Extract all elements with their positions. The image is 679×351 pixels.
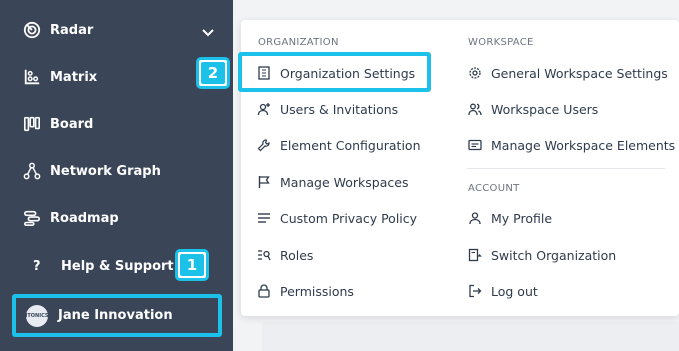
sidebar-item-label: Board bbox=[50, 116, 94, 132]
lines-icon bbox=[256, 210, 272, 226]
user-name: Jane Innovation bbox=[58, 308, 173, 323]
step-badge-2: 2 bbox=[196, 57, 230, 89]
sidebar-item-label: Network Graph bbox=[50, 163, 161, 179]
menu-item-my-profile[interactable]: My Profile bbox=[467, 207, 552, 229]
network-graph-icon bbox=[22, 161, 42, 181]
menu-item-element-configuration[interactable]: Element Configuration bbox=[256, 134, 421, 156]
menu-item-label: Roles bbox=[280, 247, 314, 263]
wrench-icon bbox=[256, 137, 272, 153]
sidebar-item-board[interactable]: Board bbox=[22, 108, 93, 140]
menu-item-label: Workspace Users bbox=[491, 101, 599, 117]
user-menu-button[interactable]: ITONICS Jane Innovation bbox=[12, 294, 222, 337]
menu-item-label: Permissions bbox=[280, 283, 354, 299]
menu-item-users-invitations[interactable]: Users & Invitations bbox=[256, 98, 398, 120]
user-plus-icon bbox=[256, 101, 272, 117]
section-title-organization: ORGANIZATION bbox=[258, 37, 339, 48]
menu-item-label: Log out bbox=[491, 283, 538, 299]
lock-icon bbox=[256, 283, 272, 299]
board-icon bbox=[22, 114, 42, 134]
sidebar-item-help-support[interactable]: ? Help & Support bbox=[33, 259, 174, 274]
menu-item-permissions[interactable]: Permissions bbox=[256, 280, 354, 302]
roadmap-icon bbox=[22, 208, 42, 228]
menu-divider bbox=[467, 168, 665, 169]
sidebar: Radar Matrix Board Network Graph Roadmap… bbox=[0, 0, 233, 351]
menu-item-label: Users & Invitations bbox=[280, 101, 399, 117]
gear-icon bbox=[467, 65, 483, 81]
sidebar-item-radar[interactable]: Radar bbox=[22, 14, 93, 46]
step-badge-1: 1 bbox=[175, 249, 209, 281]
roles-icon bbox=[256, 247, 272, 263]
users-icon bbox=[467, 101, 483, 117]
menu-item-label: Manage Workspace Elements bbox=[491, 137, 676, 153]
section-title-account: ACCOUNT bbox=[468, 183, 520, 194]
matrix-icon bbox=[22, 67, 42, 87]
sidebar-item-network-graph[interactable]: Network Graph bbox=[22, 155, 161, 187]
sidebar-item-label: Matrix bbox=[50, 69, 98, 85]
highlight-organization-settings bbox=[238, 52, 431, 92]
sidebar-item-label: Radar bbox=[50, 22, 94, 38]
help-label: Help & Support bbox=[61, 259, 174, 274]
sidebar-item-matrix[interactable]: Matrix bbox=[22, 61, 97, 93]
menu-item-label: Manage Workspaces bbox=[280, 174, 409, 190]
menu-item-label: My Profile bbox=[491, 210, 553, 226]
background-panel bbox=[262, 322, 679, 351]
chevron-down-icon[interactable] bbox=[199, 23, 217, 41]
menu-item-manage-workspace-elements[interactable]: Manage Workspace Elements bbox=[467, 134, 675, 156]
sidebar-item-roadmap[interactable]: Roadmap bbox=[22, 202, 119, 234]
card-icon bbox=[467, 137, 483, 153]
user-icon bbox=[467, 210, 483, 226]
logout-icon bbox=[467, 283, 483, 299]
menu-item-label: Custom Privacy Policy bbox=[280, 210, 418, 226]
menu-item-label: Element Configuration bbox=[280, 137, 421, 153]
radar-icon bbox=[22, 20, 42, 40]
help-icon: ? bbox=[33, 259, 41, 274]
menu-item-log-out[interactable]: Log out bbox=[467, 280, 538, 302]
menu-item-workspace-users[interactable]: Workspace Users bbox=[467, 98, 598, 120]
menu-item-switch-organization[interactable]: Switch Organization bbox=[467, 244, 616, 266]
section-title-workspace: WORKSPACE bbox=[468, 37, 534, 48]
menu-item-manage-workspaces[interactable]: Manage Workspaces bbox=[256, 171, 408, 193]
menu-item-label: Switch Organization bbox=[491, 247, 617, 263]
menu-item-roles[interactable]: Roles bbox=[256, 244, 313, 266]
switch-icon bbox=[467, 247, 483, 263]
avatar: ITONICS bbox=[26, 304, 48, 327]
menu-item-label: General Workspace Settings bbox=[491, 65, 668, 81]
menu-item-custom-privacy-policy[interactable]: Custom Privacy Policy bbox=[256, 207, 417, 229]
flag-icon bbox=[256, 174, 272, 190]
sidebar-item-label: Roadmap bbox=[50, 210, 119, 226]
menu-item-general-workspace-settings[interactable]: General Workspace Settings bbox=[467, 62, 668, 84]
